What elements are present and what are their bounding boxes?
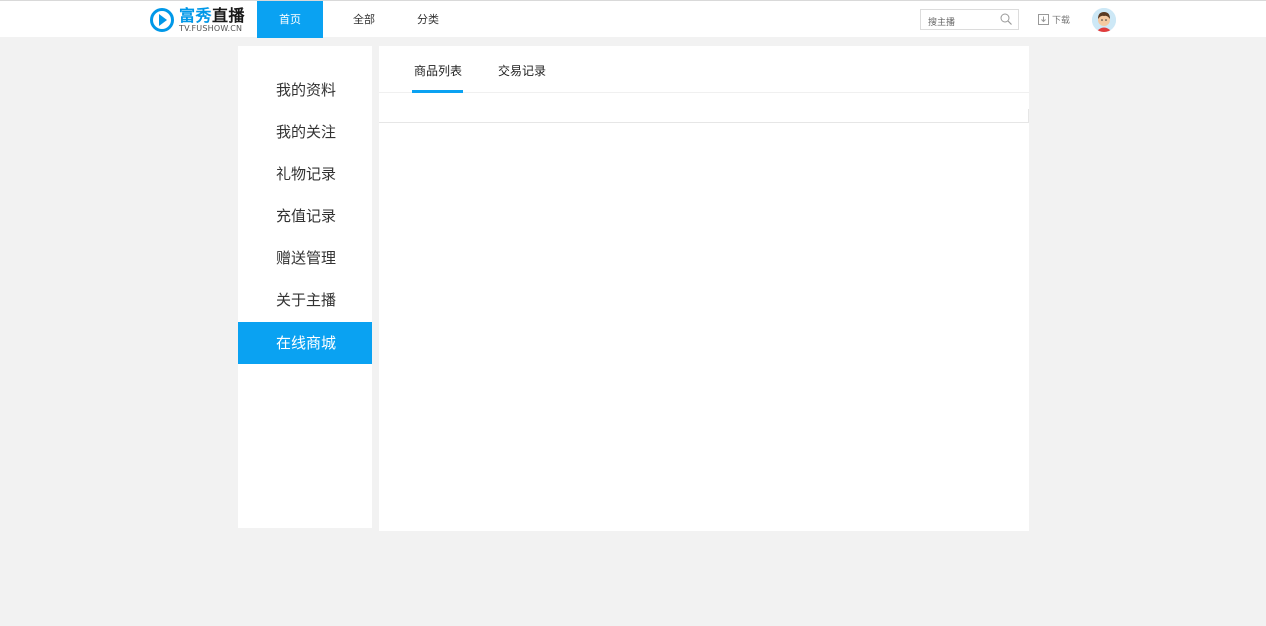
logo-title: 富秀直播 bbox=[179, 5, 246, 25]
logo-title-part2: 直播 bbox=[212, 5, 246, 25]
download-link[interactable]: 下载 bbox=[1038, 13, 1070, 26]
main-content: 商品列表 交易记录 bbox=[379, 46, 1029, 531]
search-icon[interactable] bbox=[1000, 13, 1012, 25]
tab-transaction-records[interactable]: 交易记录 bbox=[498, 62, 546, 79]
sidebar-item-online-store[interactable]: 在线商城 bbox=[238, 322, 372, 364]
logo-subtitle: TV.FUSHOW.CN bbox=[179, 23, 243, 33]
sidebar-item-following[interactable]: 我的关注 bbox=[238, 111, 372, 153]
active-tab-indicator bbox=[412, 90, 463, 93]
nav-all[interactable]: 全部 bbox=[323, 1, 405, 38]
sidebar-item-recharge-records[interactable]: 充值记录 bbox=[238, 195, 372, 237]
user-avatar[interactable] bbox=[1092, 8, 1116, 32]
sidebar-item-gift-records[interactable]: 礼物记录 bbox=[238, 153, 372, 195]
sidebar-item-about-host[interactable]: 关于主播 bbox=[238, 279, 372, 321]
download-icon bbox=[1038, 14, 1049, 25]
sidebar-item-gift-management[interactable]: 赠送管理 bbox=[238, 237, 372, 279]
main-nav: 首页 全部 分类 bbox=[257, 1, 451, 38]
sidebar: 我的资料 我的关注 礼物记录 充值记录 赠送管理 关于主播 在线商城 bbox=[238, 46, 372, 528]
logo-title-part1: 富秀 bbox=[179, 5, 213, 25]
top-navbar: 富秀直播 TV.FUSHOW.CN 首页 全部 分类 下载 bbox=[0, 0, 1266, 38]
search-input[interactable] bbox=[921, 13, 991, 33]
avatar-icon bbox=[1092, 8, 1116, 32]
tab-bar: 商品列表 交易记录 bbox=[379, 46, 1029, 93]
download-label: 下载 bbox=[1052, 16, 1071, 26]
tab-product-list[interactable]: 商品列表 bbox=[414, 62, 462, 79]
panel-divider bbox=[379, 122, 1029, 123]
sidebar-item-profile[interactable]: 我的资料 bbox=[238, 69, 372, 111]
search-box bbox=[920, 9, 1019, 33]
nav-home[interactable]: 首页 bbox=[257, 1, 323, 38]
play-logo-icon bbox=[150, 8, 174, 32]
panel-divider-edge bbox=[1028, 109, 1029, 123]
site-logo[interactable]: 富秀直播 TV.FUSHOW.CN bbox=[150, 6, 245, 34]
nav-category[interactable]: 分类 bbox=[405, 1, 451, 38]
